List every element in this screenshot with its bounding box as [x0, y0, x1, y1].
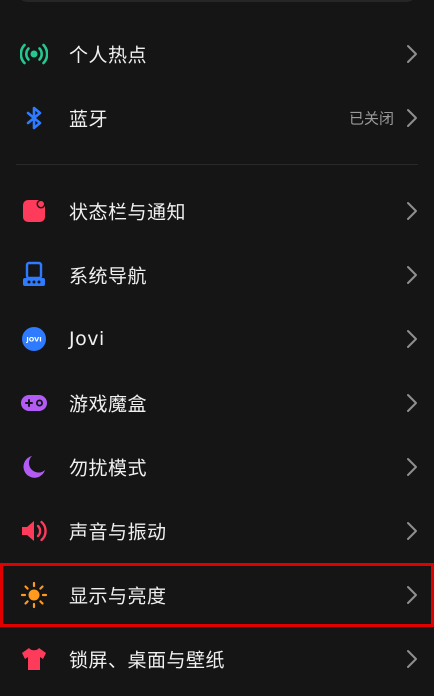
- chevron-right-icon: [407, 394, 417, 412]
- tshirt-icon: [20, 645, 48, 673]
- settings-item-sound[interactable]: 声音与振动: [0, 499, 434, 563]
- settings-item-status-bar[interactable]: 状态栏与通知: [0, 179, 434, 243]
- settings-item-label: 状态栏与通知: [69, 201, 187, 224]
- chevron-right-icon: [407, 330, 417, 348]
- chevron-right-icon: [407, 109, 417, 127]
- settings-item-hotspot[interactable]: 个人热点: [0, 22, 434, 86]
- bluetooth-icon: [20, 104, 48, 132]
- section-divider: [16, 164, 418, 165]
- status-bar-icon: [20, 197, 48, 225]
- settings-item-label: Jovi: [69, 328, 105, 350]
- settings-item-lock-screen-wallpaper[interactable]: 锁屏、桌面与壁纸: [0, 627, 434, 691]
- gamepad-icon: [20, 389, 48, 417]
- settings-item-label: 蓝牙: [69, 108, 109, 131]
- hotspot-icon: [20, 40, 48, 68]
- settings-item-navigation[interactable]: 系统导航: [0, 243, 434, 307]
- settings-item-label: 个人热点: [69, 44, 148, 67]
- moon-icon: [20, 453, 48, 481]
- settings-item-game-box[interactable]: 游戏魔盒: [0, 371, 434, 435]
- settings-item-label: 显示与亮度: [69, 585, 167, 608]
- bluetooth-status: 已关闭: [348, 109, 394, 128]
- chevron-right-icon: [407, 586, 417, 604]
- speaker-icon: [20, 517, 48, 545]
- settings-item-jovi[interactable]: JOVI Jovi: [0, 307, 434, 371]
- settings-item-label: 系统导航: [69, 265, 148, 288]
- settings-item-label: 锁屏、桌面与壁纸: [69, 649, 226, 672]
- sun-icon: [20, 581, 48, 609]
- chevron-right-icon: [407, 650, 417, 668]
- settings-item-do-not-disturb[interactable]: 勿扰模式: [0, 435, 434, 499]
- jovi-icon: JOVI: [20, 325, 48, 353]
- chevron-right-icon: [407, 522, 417, 540]
- chevron-right-icon: [407, 266, 417, 284]
- chevron-right-icon: [407, 202, 417, 220]
- top-card-edge: [16, 0, 418, 2]
- navigation-icon: [20, 261, 48, 289]
- settings-item-label: 勿扰模式: [69, 457, 148, 480]
- settings-item-label: 游戏魔盒: [69, 393, 148, 416]
- settings-item-display-brightness[interactable]: 显示与亮度: [0, 563, 434, 627]
- chevron-right-icon: [407, 45, 417, 63]
- settings-list: 个人热点 蓝牙 已关闭 状态栏与通知 系统导航 JOVI Jovi 游戏魔盒 勿…: [0, 22, 434, 691]
- settings-item-bluetooth[interactable]: 蓝牙 已关闭: [0, 86, 434, 150]
- jovi-icon-text: JOVI: [25, 336, 41, 344]
- chevron-right-icon: [407, 458, 417, 476]
- settings-item-label: 声音与振动: [69, 521, 167, 544]
